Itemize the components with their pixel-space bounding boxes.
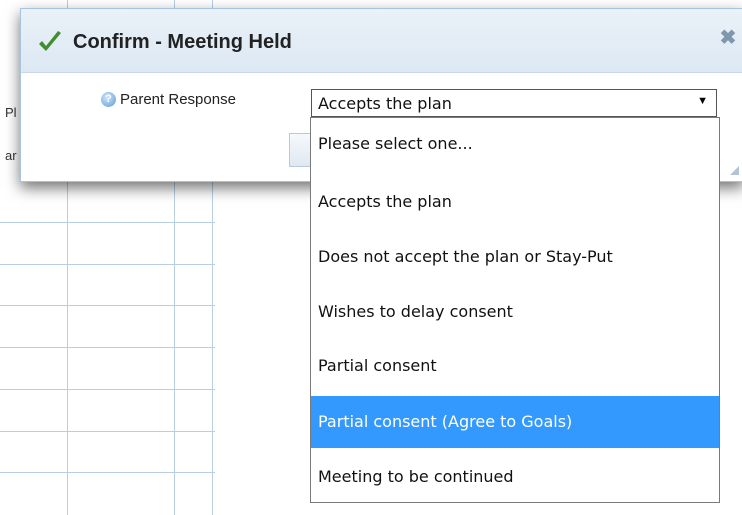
grid-line [0, 431, 215, 432]
grid-line [0, 305, 215, 306]
option-partial-consent[interactable]: Partial consent [311, 340, 719, 392]
checkmark-icon [39, 31, 61, 51]
grid-line [0, 222, 215, 223]
grid-line [0, 389, 215, 390]
parent-response-select[interactable]: Accepts the plan ▼ [311, 89, 717, 117]
option-delay-consent[interactable]: Wishes to delay consent [311, 286, 719, 338]
grid-line [0, 264, 215, 265]
chevron-down-icon[interactable]: ▼ [697, 95, 708, 107]
grid-line [0, 347, 215, 348]
close-icon[interactable]: ✖ [717, 27, 739, 49]
background-text: Pl [5, 105, 17, 120]
resize-handle-icon[interactable] [730, 166, 739, 175]
option-partial-consent-goals[interactable]: Partial consent (Agree to Goals) [311, 396, 719, 448]
option-please-select[interactable]: Please select one... [311, 118, 719, 170]
background-text: ar [5, 148, 17, 163]
parent-response-options: Please select one... Accepts the plan Do… [310, 117, 720, 503]
option-accepts-plan[interactable]: Accepts the plan [311, 176, 719, 228]
grid-line [0, 472, 215, 473]
select-value: Accepts the plan [318, 94, 452, 113]
option-does-not-accept[interactable]: Does not accept the plan or Stay-Put [311, 231, 719, 283]
option-meeting-continued[interactable]: Meeting to be continued [311, 451, 719, 503]
dialog-title: Confirm - Meeting Held [73, 31, 292, 53]
parent-response-label: Parent Response [120, 91, 236, 108]
dialog-header: Confirm - Meeting Held ✖ [21, 9, 742, 73]
help-icon[interactable]: ? [101, 92, 116, 107]
